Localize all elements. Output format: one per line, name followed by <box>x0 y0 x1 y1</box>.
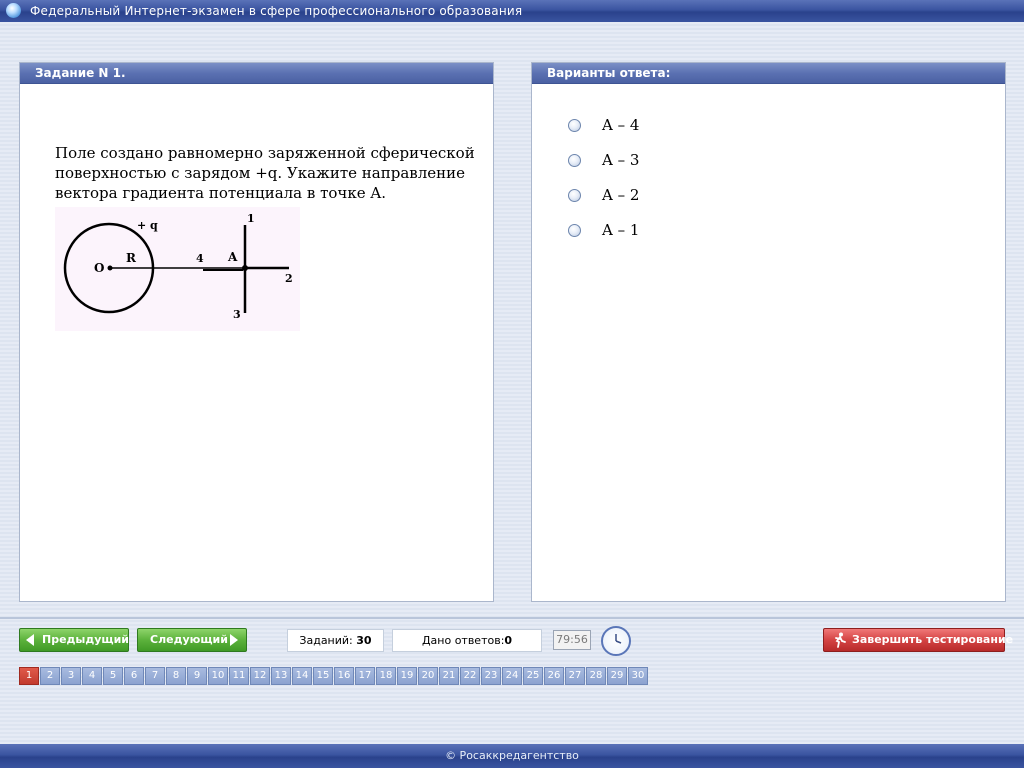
page-button-14[interactable]: 14 <box>292 667 312 685</box>
divider <box>0 617 1024 619</box>
page-button-29[interactable]: 29 <box>607 667 627 685</box>
answers-given-label: Дано ответов: <box>421 634 505 647</box>
radio-button[interactable] <box>568 119 581 132</box>
answer-label: A – 3 <box>602 151 640 169</box>
previous-button-label: Предыдущий <box>42 633 130 646</box>
page-button-12[interactable]: 12 <box>250 667 270 685</box>
answers-given-box: Дано ответов:0 <box>392 629 542 652</box>
finish-test-label: Завершить тестирование <box>852 633 1014 646</box>
label-o: O <box>94 261 104 275</box>
finish-test-button[interactable]: Завершить тестирование <box>823 628 1013 652</box>
title-bar: Федеральный Интернет-экзамен в сфере про… <box>0 0 1024 22</box>
task-panel: Задание N 1. Поле создано равномерно зар… <box>19 62 494 602</box>
page-button-17[interactable]: 17 <box>355 667 375 685</box>
page-button-11[interactable]: 11 <box>229 667 249 685</box>
page-button-4[interactable]: 4 <box>82 667 102 685</box>
page-button-20[interactable]: 20 <box>418 667 438 685</box>
clock-icon <box>601 626 631 656</box>
sphere-diagram: O R + q A 1 2 3 4 <box>63 212 293 321</box>
label-a: A <box>227 250 238 264</box>
page-button-5[interactable]: 5 <box>103 667 123 685</box>
app-logo-icon <box>6 3 21 18</box>
radio-button[interactable] <box>568 154 581 167</box>
running-man-icon <box>835 632 846 648</box>
radio-button[interactable] <box>568 189 581 202</box>
page-button-19[interactable]: 19 <box>397 667 417 685</box>
timer-display: 79:56 <box>553 630 591 650</box>
page-button-28[interactable]: 28 <box>586 667 606 685</box>
page-button-18[interactable]: 18 <box>376 667 396 685</box>
next-button[interactable]: Следующий <box>137 628 247 652</box>
page-button-13[interactable]: 13 <box>271 667 291 685</box>
answers-panel: Варианты ответа: A – 4 A – 3 A – 2 A – 1 <box>531 62 1006 602</box>
label-3: 3 <box>233 308 241 321</box>
page-button-21[interactable]: 21 <box>439 667 459 685</box>
page-button-9[interactable]: 9 <box>187 667 207 685</box>
task-panel-header: Задание N 1. <box>20 63 493 84</box>
page-button-25[interactable]: 25 <box>523 667 543 685</box>
question-figure: O R + q A 1 2 3 4 <box>55 207 300 331</box>
page-button-26[interactable]: 26 <box>544 667 564 685</box>
arrow-left-icon <box>26 634 34 646</box>
radio-button[interactable] <box>568 224 581 237</box>
answer-label: A – 2 <box>602 186 640 204</box>
answer-label: A – 1 <box>602 221 640 239</box>
page-button-6[interactable]: 6 <box>124 667 144 685</box>
tasks-label: Заданий: <box>299 634 353 647</box>
page-button-22[interactable]: 22 <box>460 667 480 685</box>
answers-panel-header: Варианты ответа: <box>532 63 1005 84</box>
page-button-27[interactable]: 27 <box>565 667 585 685</box>
footer: © Росаккредагентство <box>0 744 1024 768</box>
page-button-7[interactable]: 7 <box>145 667 165 685</box>
label-4: 4 <box>196 252 204 265</box>
answers-given-count: 0 <box>504 634 513 647</box>
page-button-16[interactable]: 16 <box>334 667 354 685</box>
tasks-count-box: Заданий: 30 <box>287 629 384 652</box>
arrow-right-icon <box>230 634 238 646</box>
page-button-3[interactable]: 3 <box>61 667 81 685</box>
page-button-15[interactable]: 15 <box>313 667 333 685</box>
page-button-24[interactable]: 24 <box>502 667 522 685</box>
page-button-10[interactable]: 10 <box>208 667 228 685</box>
question-text: Поле создано равномерно заряженной сфери… <box>55 144 475 202</box>
page-button-23[interactable]: 23 <box>481 667 501 685</box>
clock-hands <box>615 634 622 644</box>
page-button-2[interactable]: 2 <box>40 667 60 685</box>
window-title: Федеральный Интернет-экзамен в сфере про… <box>30 4 523 18</box>
label-1: 1 <box>247 212 255 225</box>
label-2: 2 <box>285 272 293 285</box>
page-button-30[interactable]: 30 <box>628 667 648 685</box>
page-button-8[interactable]: 8 <box>166 667 186 685</box>
label-r: R <box>126 251 137 265</box>
previous-button[interactable]: Предыдущий <box>19 628 129 652</box>
point-a-dot <box>242 265 248 271</box>
answer-label: A – 4 <box>602 116 640 134</box>
footer-text: © Росаккредагентство <box>445 749 579 762</box>
label-charge: + q <box>137 219 158 232</box>
tasks-count: 30 <box>356 634 372 647</box>
next-button-label: Следующий <box>150 633 228 646</box>
page-button-1[interactable]: 1 <box>19 667 39 685</box>
